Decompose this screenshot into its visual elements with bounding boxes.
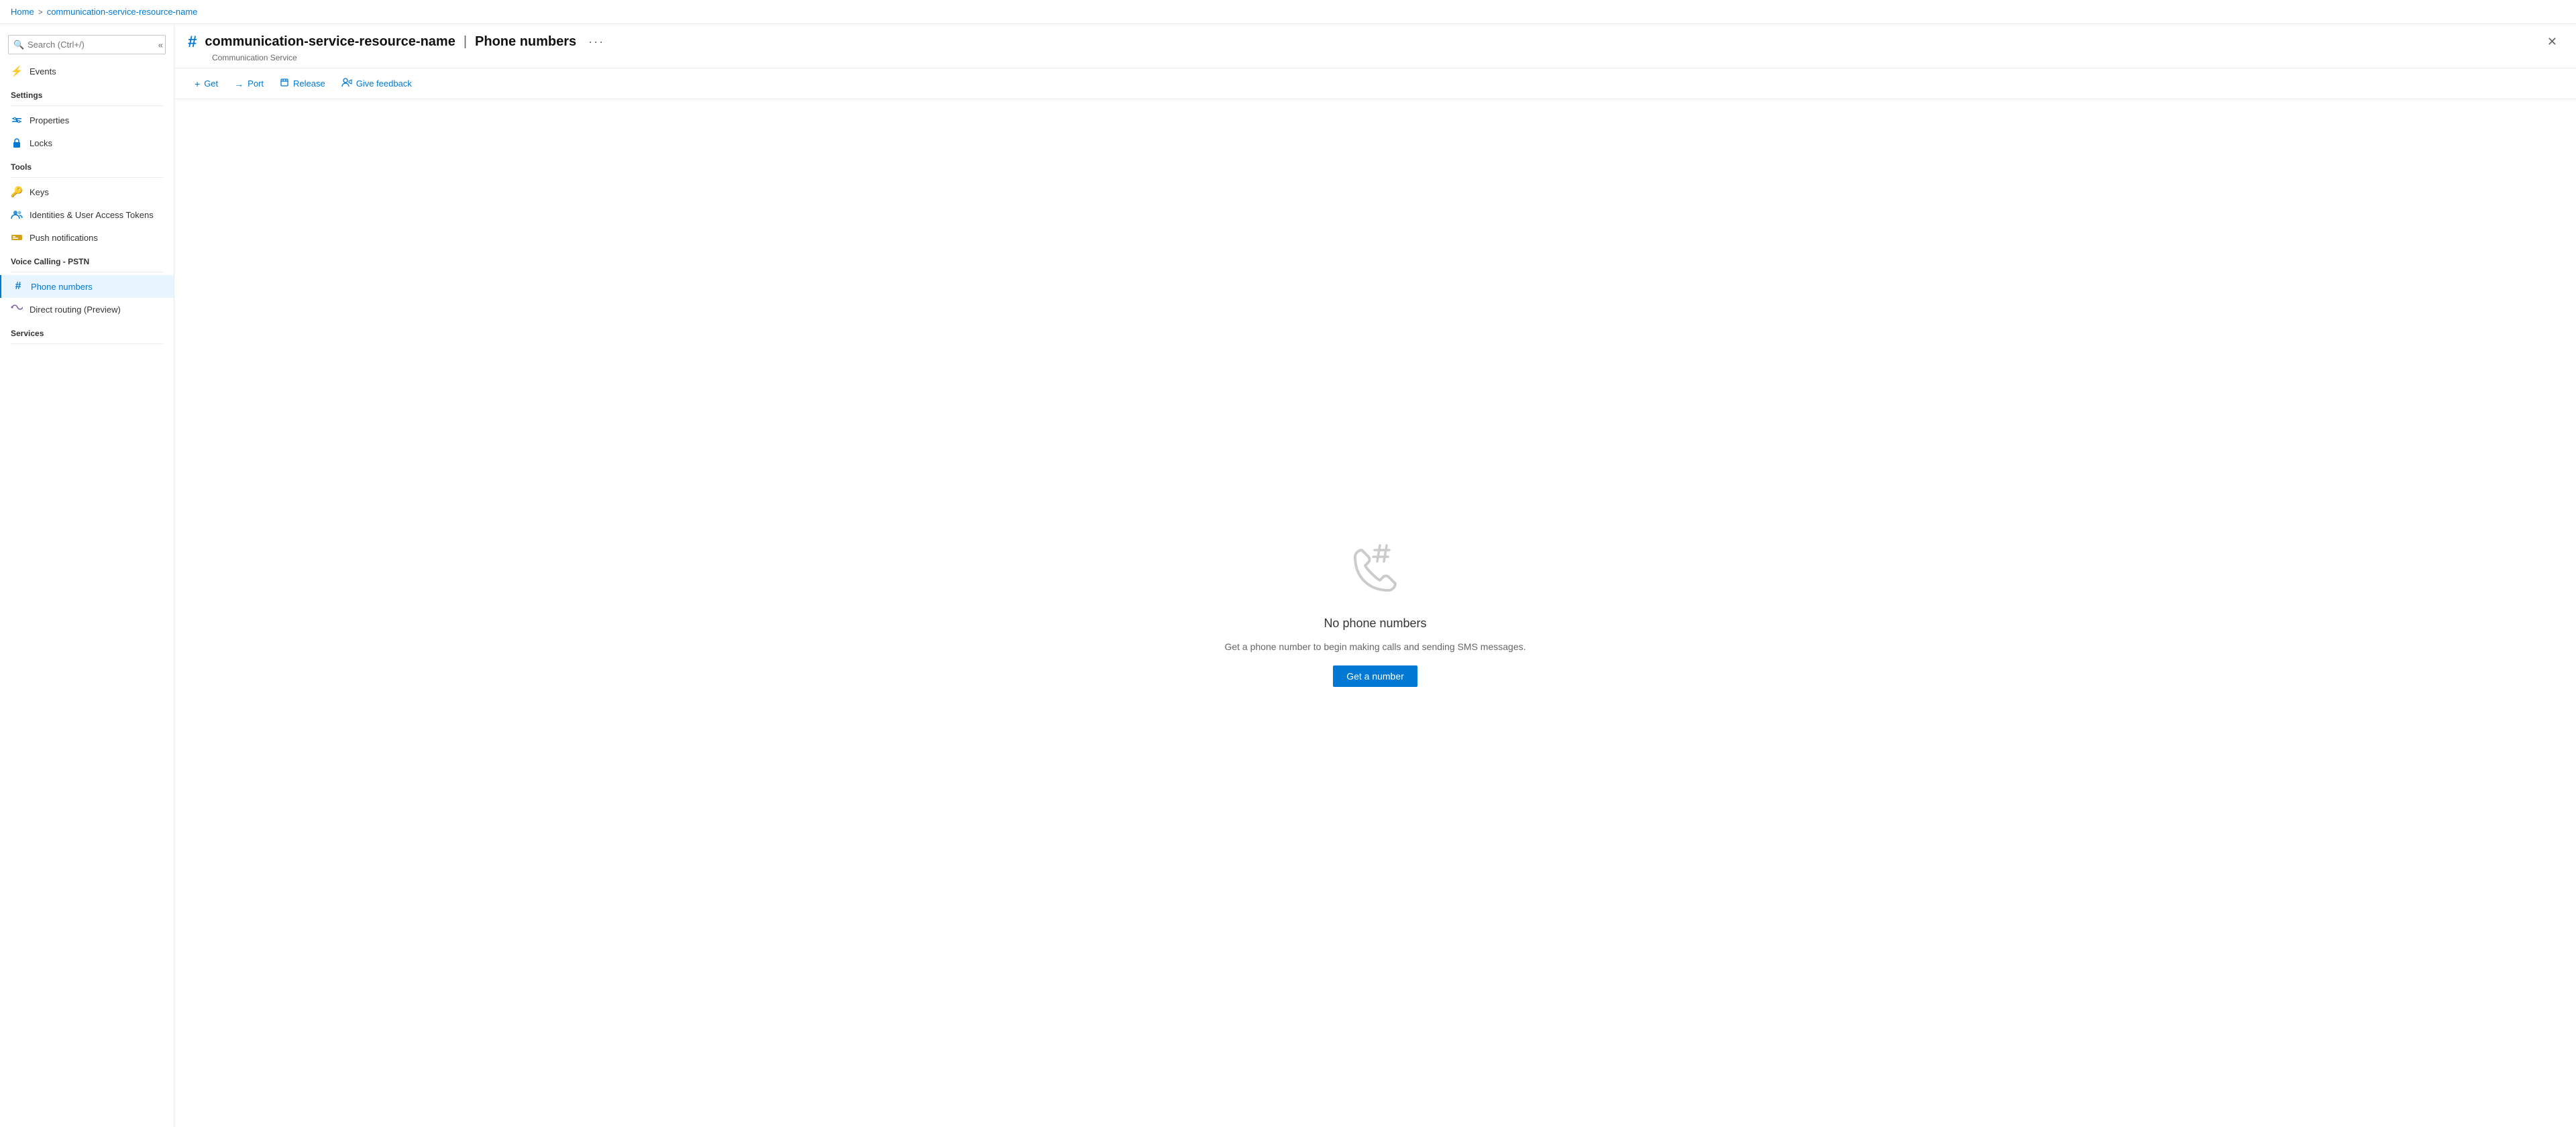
get-button[interactable]: + Get — [188, 74, 225, 93]
collapse-button[interactable]: « — [156, 38, 166, 51]
sidebar-item-keys[interactable]: 🔑 Keys — [0, 180, 174, 203]
page-hash-icon: # — [188, 33, 197, 52]
feedback-icon — [341, 78, 352, 89]
divider-settings — [11, 105, 163, 106]
sidebar-item-label: Properties — [30, 115, 69, 125]
empty-state-subtitle: Get a phone number to begin making calls… — [1224, 641, 1525, 652]
sidebar-item-label: Direct routing (Preview) — [30, 305, 121, 315]
sidebar-item-label: Phone numbers — [31, 282, 93, 292]
toolbar: + Get → Port Release — [174, 68, 2576, 99]
breadcrumb-separator: > — [38, 7, 43, 17]
lightning-icon: ⚡ — [11, 65, 23, 77]
sidebar-section-settings: Settings — [0, 83, 174, 103]
close-button[interactable]: ✕ — [2542, 32, 2563, 52]
port-label: Port — [248, 78, 264, 89]
page-subtitle: Communication Service — [188, 53, 2563, 62]
port-icon: → — [234, 78, 244, 89]
content-area: # communication-service-resource-name | … — [174, 24, 2576, 1127]
sidebar-section-tools: Tools — [0, 154, 174, 174]
sidebar-item-locks[interactable]: Locks — [0, 131, 174, 154]
feedback-button[interactable]: Give feedback — [335, 74, 419, 93]
push-icon — [11, 231, 23, 244]
identity-icon — [11, 209, 23, 221]
sidebar-section-services: Services — [0, 321, 174, 341]
page-title-section: Phone numbers — [475, 34, 576, 50]
breadcrumb-resource[interactable]: communication-service-resource-name — [47, 7, 198, 17]
release-icon — [280, 78, 289, 89]
get-number-button[interactable]: Get a number — [1333, 665, 1417, 687]
routing-icon — [11, 303, 23, 315]
search-input[interactable] — [8, 35, 166, 54]
key-icon: 🔑 — [11, 186, 23, 198]
sidebar-item-identities[interactable]: Identities & User Access Tokens — [0, 203, 174, 226]
feedback-label: Give feedback — [356, 78, 412, 89]
sidebar-item-direct-routing[interactable]: Direct routing (Preview) — [0, 298, 174, 321]
sidebar-item-phone-numbers[interactable]: # Phone numbers — [0, 275, 174, 298]
sidebar-item-push-notifications[interactable]: Push notifications — [0, 226, 174, 249]
settings-icon — [11, 114, 23, 126]
lock-icon — [11, 137, 23, 149]
sidebar: 🔍 « ⚡ Events Settings Properties — [0, 24, 174, 1127]
more-options-button[interactable]: ··· — [584, 34, 608, 50]
search-icon: 🔍 — [13, 40, 24, 50]
port-button[interactable]: → Port — [227, 74, 270, 93]
search-container: 🔍 « — [0, 30, 174, 60]
empty-state-icon — [1345, 540, 1405, 600]
get-icon: + — [195, 78, 200, 89]
page-header: # communication-service-resource-name | … — [174, 24, 2576, 68]
breadcrumb-home[interactable]: Home — [11, 7, 34, 17]
page-title-row: # communication-service-resource-name | … — [188, 32, 2563, 52]
release-label: Release — [293, 78, 325, 89]
hash-icon: # — [12, 280, 24, 292]
main-layout: 🔍 « ⚡ Events Settings Properties — [0, 24, 2576, 1127]
top-bar: Home > communication-service-resource-na… — [0, 0, 2576, 24]
breadcrumb: Home > communication-service-resource-na… — [11, 7, 197, 17]
sidebar-item-label: Identities & User Access Tokens — [30, 210, 154, 220]
empty-state: No phone numbers Get a phone number to b… — [174, 99, 2576, 1127]
sidebar-item-properties[interactable]: Properties — [0, 109, 174, 131]
page-title-divider: | — [464, 34, 467, 50]
sidebar-section-voice: Voice Calling - PSTN — [0, 249, 174, 269]
sidebar-item-label: Events — [30, 66, 56, 76]
get-label: Get — [204, 78, 218, 89]
divider-services — [11, 343, 163, 344]
empty-state-title: No phone numbers — [1324, 616, 1426, 631]
sidebar-item-events[interactable]: ⚡ Events — [0, 60, 174, 83]
divider-tools — [11, 177, 163, 178]
sidebar-item-label: Keys — [30, 187, 49, 197]
page-title-resource: communication-service-resource-name — [205, 34, 455, 50]
sidebar-item-label: Push notifications — [30, 233, 98, 243]
sidebar-item-label: Locks — [30, 138, 52, 148]
release-button[interactable]: Release — [273, 74, 332, 93]
